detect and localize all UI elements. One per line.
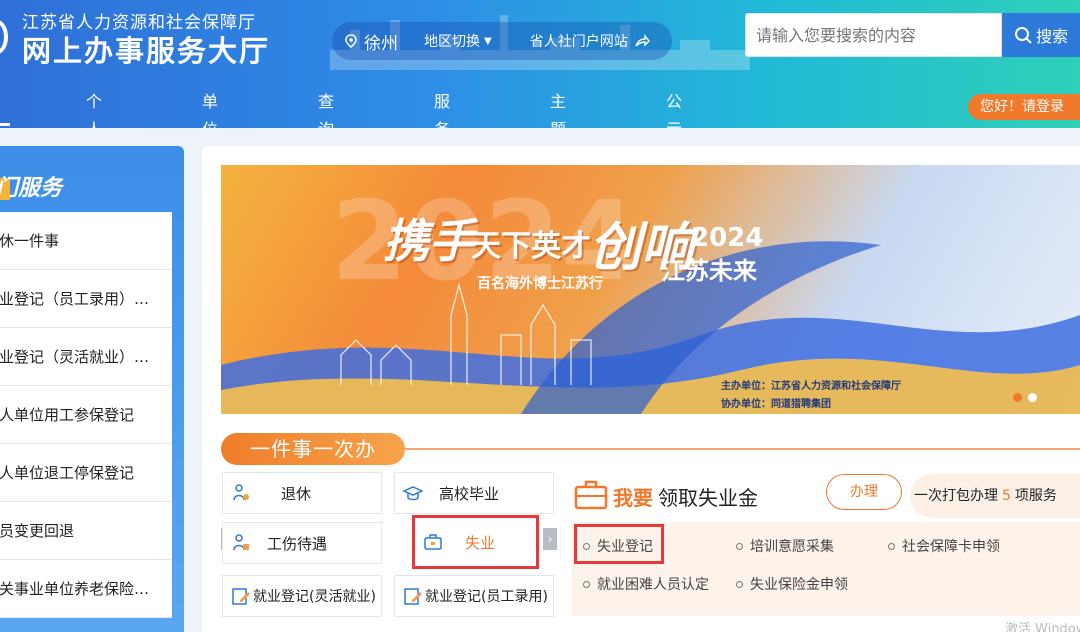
nav-notice[interactable]: 公示公告 xyxy=(666,88,682,128)
windows-watermark: 激活 Windows xyxy=(1005,622,1080,632)
region-bar: 徐州 地区切换 ▼ 省人社门户网站 xyxy=(332,22,672,60)
hot-service-item[interactable]: 个人单位退工停保登记 xyxy=(0,444,172,502)
tile-staff-employment[interactable]: 就业登记(员工录用) xyxy=(394,575,554,617)
location-pin-icon xyxy=(345,34,357,48)
hot-service-item[interactable]: 机关事业单位养老保险… xyxy=(0,560,172,618)
link-insurance-claim[interactable]: 失业保险金申领 xyxy=(736,574,848,594)
caret-down-icon[interactable]: ▼ xyxy=(484,36,492,47)
login-button[interactable]: 您好！请登录 xyxy=(968,94,1080,120)
share-icon[interactable] xyxy=(634,33,650,49)
graduation-cap-icon xyxy=(403,486,423,501)
nav-unit[interactable]: 单位办事 xyxy=(202,88,218,128)
person-icon xyxy=(233,484,249,501)
nav-query[interactable]: 查询服务 xyxy=(318,88,334,128)
hot-services-title: 热门服务 xyxy=(0,170,62,202)
nav-topic[interactable]: 主题服务 xyxy=(550,88,566,128)
logo-icon xyxy=(0,20,8,54)
hot-service-item[interactable]: 退休一件事 xyxy=(0,212,172,270)
briefcase-icon xyxy=(424,534,442,550)
search-button[interactable]: 搜索 xyxy=(1002,13,1080,57)
form-edit-icon xyxy=(404,588,422,605)
link-social-card[interactable]: 社会保障卡申领 xyxy=(888,536,1000,556)
site-header: 江苏省人力资源和社会保障厅 网上办事服务大厅 徐州 地区切换 ▼ 省人社门户网站… xyxy=(0,0,1080,128)
tile-unemployment[interactable]: 失业 xyxy=(412,515,539,569)
hot-service-item[interactable]: 人员变更回退 xyxy=(0,502,172,560)
nav-service-list[interactable]: 服务清单 xyxy=(434,88,450,128)
tile-flex-employment[interactable]: 就业登记(灵活就业) xyxy=(222,575,382,617)
detail-title: 领取失业金 xyxy=(658,486,758,510)
banner-slogan-b: 天下英才 xyxy=(471,229,591,264)
carousel-dot[interactable] xyxy=(1028,393,1037,402)
hot-service-item[interactable]: 就业登记（员工录用）… xyxy=(0,270,172,328)
injury-icon xyxy=(233,534,249,551)
banner-co-host: 协办单位：同道猎聘集团 xyxy=(721,399,831,410)
form-edit-icon xyxy=(232,588,250,605)
carousel-dot[interactable] xyxy=(1013,393,1022,402)
hot-services-list: 退休一件事 就业登记（员工录用）… 就业登记（灵活就业）… 个人单位用工参保登记… xyxy=(0,212,172,618)
highlight-box xyxy=(574,524,664,564)
nav-personal[interactable]: 个人办事 xyxy=(86,88,102,128)
banner-subtitle: 百名海外博士江苏行 xyxy=(477,276,603,292)
pack-info: 一次打包办理 5 项服务 xyxy=(910,474,1080,518)
carousel-dots xyxy=(1013,393,1037,402)
search-button-label: 搜索 xyxy=(1035,27,1068,46)
promo-banner[interactable]: 2024 携手 天下英才 创响 2024 江苏未来 百名海外博士江苏行 主办单位… xyxy=(221,165,1080,414)
region-switch[interactable]: 地区切换 xyxy=(424,31,480,51)
search-icon xyxy=(1014,27,1032,44)
handle-button[interactable]: 办理 xyxy=(826,474,902,510)
tile-injury[interactable]: 工伤待遇 xyxy=(222,522,382,564)
banner-slogan-year: 2024 xyxy=(691,223,764,253)
link-difficulty-recognition[interactable]: 就业困难人员认定 xyxy=(583,574,709,594)
tile-retire[interactable]: 退休 xyxy=(222,472,382,514)
current-city: 徐州 xyxy=(364,33,398,54)
banner-slogan-a: 携手 xyxy=(383,214,475,268)
detail-title-prefix: 我要 xyxy=(613,486,653,510)
portal-link[interactable]: 省人社门户网站 xyxy=(530,31,628,51)
site-name: 网上办事服务大厅 xyxy=(22,34,271,68)
banner-host: 主办单位：江苏省人力资源和社会保障厅 xyxy=(721,381,901,392)
hot-service-item[interactable]: 就业登记（灵活就业）… xyxy=(0,328,172,386)
briefcase-icon xyxy=(574,480,608,510)
banner-slogan-d: 江苏未来 xyxy=(661,257,757,285)
search-input[interactable] xyxy=(745,13,1002,57)
hot-service-item[interactable]: 个人单位用工参保登记 xyxy=(0,386,172,444)
tile-graduate[interactable]: 高校毕业 xyxy=(394,472,554,514)
next-arrow-icon[interactable]: › xyxy=(543,528,557,550)
one-thing-tab[interactable]: 一件事一次办 xyxy=(221,433,405,465)
link-training-intent[interactable]: 培训意愿采集 xyxy=(736,536,834,556)
